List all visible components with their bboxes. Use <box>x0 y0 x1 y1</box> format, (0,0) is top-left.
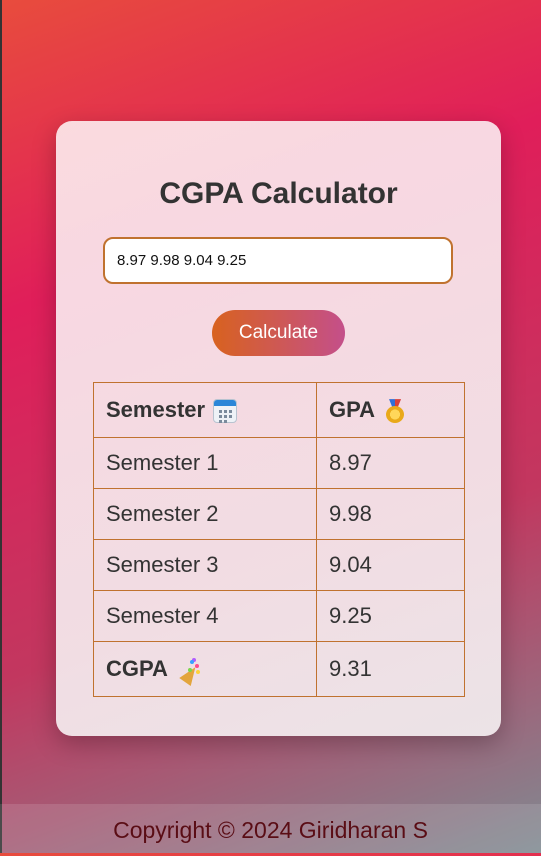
page-title: CGPA Calculator <box>159 177 398 210</box>
table-row: Semester 4 9.25 <box>93 590 465 642</box>
window-edge <box>0 0 2 853</box>
gpa-cell: 9.04 <box>316 539 465 591</box>
calendar-icon <box>213 399 238 424</box>
results-table: Semester GPA Semester 1 8.97 Semester 2 … <box>93 382 465 697</box>
gpa-cell: 8.97 <box>316 437 465 489</box>
cgpa-value-cell: 9.31 <box>316 641 465 697</box>
gpa-input[interactable] <box>103 237 453 284</box>
table-row: Semester 3 9.04 <box>93 539 465 591</box>
cgpa-row: CGPA 9.31 <box>93 641 465 697</box>
semester-cell: Semester 1 <box>93 437 317 489</box>
cgpa-label: CGPA <box>106 655 168 681</box>
table-header-row: Semester GPA <box>93 382 465 438</box>
semester-cell: Semester 3 <box>93 539 317 591</box>
semester-cell: Semester 4 <box>93 590 317 642</box>
semester-header: Semester <box>93 382 317 438</box>
semester-header-label: Semester <box>106 396 206 422</box>
semester-cell: Semester 2 <box>93 488 317 540</box>
gpa-header-label: GPA <box>329 396 376 422</box>
gpa-cell: 9.25 <box>316 590 465 642</box>
gpa-cell: 9.98 <box>316 488 465 540</box>
calculator-card: CGPA Calculator Calculate Semester GPA S… <box>56 121 501 736</box>
table-row: Semester 2 9.98 <box>93 488 465 540</box>
gpa-header: GPA <box>316 382 465 438</box>
footer-copyright: Copyright © 2024 Giridharan S <box>0 804 541 853</box>
party-popper-icon <box>176 658 200 682</box>
cgpa-label-cell: CGPA <box>93 641 317 697</box>
medal-icon <box>383 399 407 424</box>
table-row: Semester 1 8.97 <box>93 437 465 489</box>
calculate-button[interactable]: Calculate <box>212 310 345 356</box>
